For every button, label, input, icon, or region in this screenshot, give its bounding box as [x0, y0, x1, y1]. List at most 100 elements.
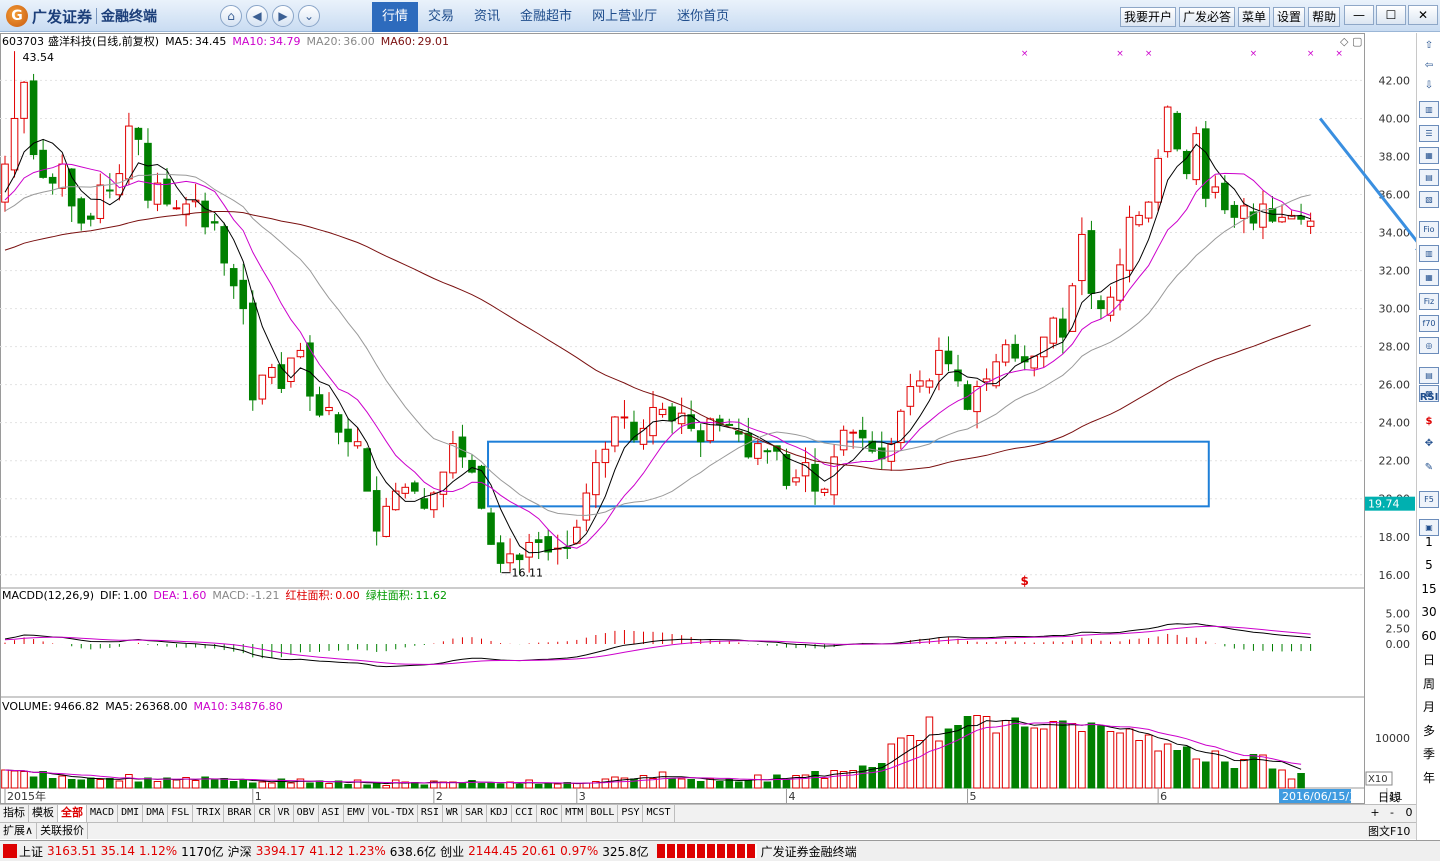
- tab-9[interactable]: CR: [255, 805, 275, 822]
- col-icon[interactable]: ▦: [1419, 269, 1439, 286]
- kline-chart[interactable]: 42.0040.0038.0036.0034.0032.0030.0028.00…: [0, 33, 1429, 804]
- event-mark[interactable]: ×: [1250, 49, 1258, 59]
- tab-1[interactable]: 模板: [29, 805, 58, 822]
- tab-15[interactable]: RSI: [418, 805, 443, 822]
- home-icon[interactable]: ⌂: [220, 5, 242, 27]
- period-label-daily[interactable]: 日线: [1378, 789, 1400, 805]
- volume-bar: [496, 783, 505, 789]
- top-button-0[interactable]: 我要开户: [1120, 7, 1177, 27]
- move-icon[interactable]: ✥: [1419, 435, 1439, 452]
- ext-tab-0[interactable]: 扩展∧: [0, 823, 38, 839]
- grid-icon[interactable]: ▦: [1419, 147, 1439, 164]
- top-button-2[interactable]: 菜单: [1238, 7, 1271, 27]
- menu-item-5[interactable]: 迷你首页: [667, 2, 739, 32]
- tab-0[interactable]: 指标: [0, 805, 29, 822]
- detail-icon[interactable]: ▧: [1419, 191, 1439, 208]
- split-icon[interactable]: ▤: [1419, 169, 1439, 186]
- tab-8[interactable]: BRAR: [224, 805, 256, 822]
- tab-4[interactable]: DMI: [118, 805, 144, 822]
- top-button-3[interactable]: 设置: [1273, 7, 1306, 27]
- circle-icon[interactable]: ◎: [1419, 337, 1439, 354]
- top-button-1[interactable]: 广发必答: [1179, 7, 1236, 27]
- chart-area[interactable]: 42.00 40.00 38.00 36.00 34.00 32.00 30.00 28.00…: [0, 33, 1429, 841]
- dollar-icon[interactable]: $: [1419, 413, 1439, 430]
- tab-21[interactable]: MTM: [562, 805, 588, 822]
- maximize-icon[interactable]: ☐: [1376, 5, 1406, 25]
- event-mark[interactable]: ×: [1335, 49, 1343, 59]
- volume-bar: [106, 778, 114, 789]
- tab-ctrl-1[interactable]: -: [1385, 806, 1399, 819]
- arrow-left-icon[interactable]: ⇦: [1419, 57, 1439, 74]
- pencil-icon[interactable]: ✎: [1419, 459, 1439, 476]
- period-4[interactable]: 60: [1419, 627, 1439, 644]
- tab-ctrl-0[interactable]: +: [1368, 806, 1382, 819]
- tab-18[interactable]: KDJ: [487, 805, 513, 822]
- period-5[interactable]: 日: [1419, 651, 1439, 668]
- tab-ctrl-2[interactable]: 0: [1402, 806, 1416, 819]
- menu-item-1[interactable]: 交易: [418, 2, 464, 32]
- period-8[interactable]: 多: [1419, 722, 1439, 739]
- f70-icon[interactable]: f70: [1419, 315, 1439, 332]
- volume-bar: [1173, 750, 1181, 789]
- period-9[interactable]: 季: [1419, 745, 1439, 762]
- candle-body: [1125, 216, 1134, 271]
- period-3[interactable]: 30: [1419, 604, 1439, 621]
- list-icon[interactable]: ☰: [1419, 125, 1439, 142]
- tab-19[interactable]: CCI: [512, 805, 538, 822]
- event-mark[interactable]: ×: [1116, 49, 1124, 59]
- f10-button[interactable]: 图文F10: [1368, 823, 1410, 839]
- tab-3[interactable]: MACD: [87, 805, 119, 822]
- period-10[interactable]: 年: [1419, 769, 1439, 786]
- event-mark[interactable]: ×: [1021, 49, 1029, 59]
- candle-body: [210, 221, 219, 224]
- tab-11[interactable]: OBV: [294, 805, 319, 822]
- period-0[interactable]: 1: [1419, 533, 1439, 550]
- event-mark[interactable]: ×: [1145, 49, 1153, 59]
- tab-24[interactable]: MCST: [643, 805, 675, 822]
- candle-body: [763, 450, 772, 453]
- tab-5[interactable]: DMA: [143, 805, 169, 822]
- bar-icon[interactable]: ▥: [1419, 245, 1439, 262]
- rsi-icon[interactable]: RSI: [1419, 389, 1439, 406]
- event-mark[interactable]: ×: [1307, 49, 1315, 59]
- tab-20[interactable]: ROC: [537, 805, 563, 822]
- arrow-up-icon[interactable]: ⇧: [1419, 37, 1439, 54]
- table-icon[interactable]: ▤: [1419, 367, 1439, 384]
- candle-body: [430, 492, 438, 511]
- tab-13[interactable]: EMV: [344, 805, 369, 822]
- candle-body: [1135, 214, 1143, 226]
- tab-22[interactable]: BOLL: [587, 805, 619, 822]
- dividend-mark[interactable]: $: [1021, 574, 1029, 588]
- top-button-4[interactable]: 帮助: [1308, 7, 1341, 27]
- panel-control-icon[interactable]: ◇ ▢: [1340, 35, 1362, 48]
- forward-icon[interactable]: ▶: [272, 5, 294, 27]
- menu-item-2[interactable]: 资讯: [464, 2, 510, 32]
- tab-6[interactable]: FSL: [168, 805, 194, 822]
- back-icon[interactable]: ◀: [246, 5, 268, 27]
- tab-14[interactable]: VOL-TDX: [369, 805, 418, 822]
- tab-2[interactable]: 全部: [58, 805, 87, 822]
- kline-icon[interactable]: ▥: [1419, 101, 1439, 118]
- minimize-icon[interactable]: —: [1344, 5, 1374, 25]
- menu-item-0[interactable]: 行情: [372, 2, 419, 32]
- tab-17[interactable]: SAR: [462, 805, 488, 822]
- period-7[interactable]: 月: [1419, 698, 1439, 715]
- f5-icon[interactable]: F5: [1419, 491, 1439, 508]
- period-6[interactable]: 周: [1419, 675, 1439, 692]
- tab-12[interactable]: ASI: [319, 805, 344, 822]
- period-1[interactable]: 5: [1419, 557, 1439, 574]
- close-icon[interactable]: ✕: [1408, 5, 1438, 25]
- menu-item-4[interactable]: 网上营业厅: [582, 2, 667, 32]
- tab-7[interactable]: TRIX: [193, 805, 225, 822]
- tab-16[interactable]: WR: [443, 805, 463, 822]
- ext-tab-1[interactable]: 关联报价: [37, 823, 89, 839]
- tab-23[interactable]: PSY: [618, 805, 644, 822]
- arrow-down-icon[interactable]: ⇩: [1419, 77, 1439, 94]
- menu-item-3[interactable]: 金融超市: [510, 2, 582, 32]
- fiz-icon[interactable]: Fiz: [1419, 293, 1439, 310]
- expand-icon[interactable]: ⌄: [298, 5, 320, 27]
- fio-icon[interactable]: Fio: [1419, 221, 1439, 238]
- candle-body: [134, 127, 143, 140]
- period-2[interactable]: 15: [1419, 580, 1439, 597]
- tab-10[interactable]: VR: [275, 805, 294, 822]
